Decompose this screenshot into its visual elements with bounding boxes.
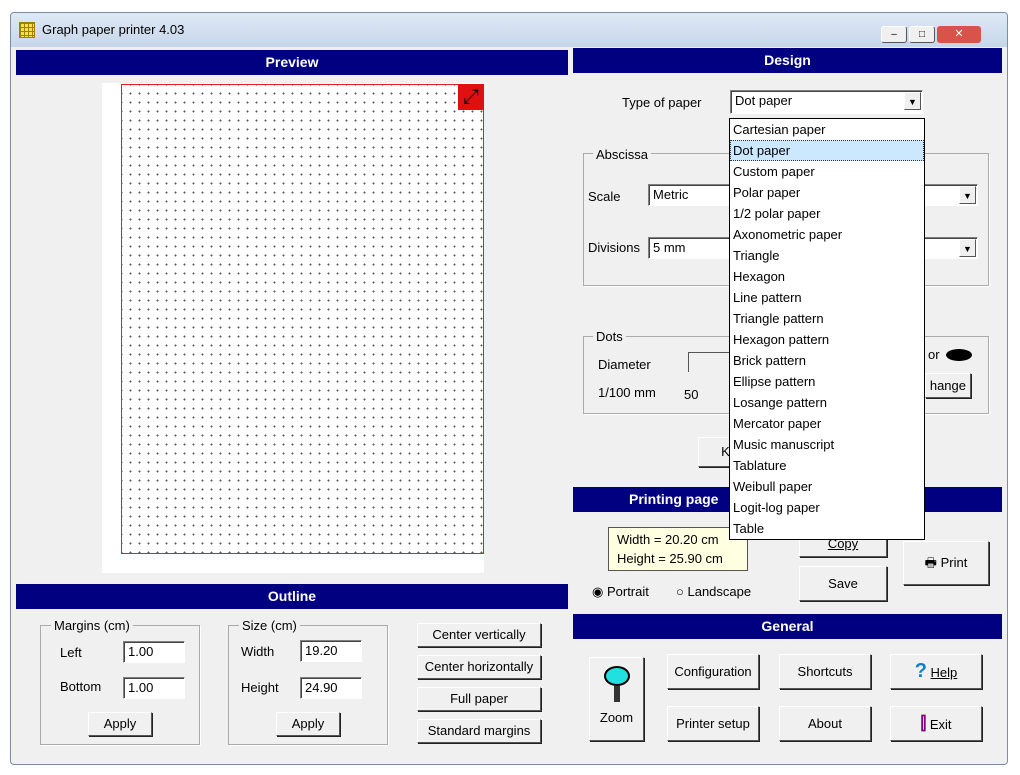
bottom-label: Bottom [60,679,102,694]
radio-unchecked-icon: ○ [676,584,684,599]
dropdown-option[interactable]: Axonometric paper [730,224,924,245]
dropdown-option[interactable]: Line pattern [730,287,924,308]
help-icon: ? [914,660,927,682]
dropdown-option[interactable]: Dot paper [730,140,924,161]
dropdown-option[interactable]: Brick pattern [730,350,924,371]
shortcuts-button[interactable]: Shortcuts [779,654,871,689]
abscissa-label: Abscissa [593,147,652,162]
apply-margins-button[interactable]: Apply [88,712,152,736]
print-button[interactable]: 🖶 Print [903,541,989,585]
exit-button[interactable]: ⫿ Exit [890,706,982,741]
zoom-button[interactable]: Zoom [589,657,644,741]
dropdown-option[interactable]: Hexagon pattern [730,329,924,350]
change-color-button[interactable]: hange [925,373,971,398]
slider-min-label: 50 [684,387,699,402]
close-button[interactable]: ✕ [937,26,981,43]
preview-canvas[interactable]: ⤢ [102,83,484,573]
portrait-radio[interactable]: ◉ Portrait [592,584,649,600]
diameter-slider[interactable] [688,352,733,372]
outline-header: Outline [16,584,568,609]
paper-type-dropdown: Cartesian paper Dot paper Custom paper Pola… [729,118,925,540]
height-label: Height [241,680,279,695]
dropdown-option[interactable]: Mercator paper [730,413,924,434]
general-header: General [573,614,1002,639]
preview-header: Preview [16,50,568,75]
bottom-margin-input[interactable]: 1.00 [123,677,185,699]
divisions-value: 5 mm [653,240,686,255]
dropdown-option[interactable]: Ellipse pattern [730,371,924,392]
dropdown-option[interactable]: Tablature [730,455,924,476]
full-paper-button[interactable]: Full paper [417,687,541,711]
help-button[interactable]: ? Help [890,654,982,689]
width-label: Width [241,644,275,659]
dropdown-option[interactable]: Music manuscript [730,434,924,455]
center-horizontally-button[interactable]: Center horizontally [417,655,541,679]
diameter-label: Diameter [598,357,651,372]
save-button[interactable]: Save [799,566,887,601]
scale-label: Scale [588,189,621,204]
app-icon [19,22,35,38]
resize-corner-icon[interactable]: ⤢ [458,84,484,110]
dropdown-option[interactable]: Custom paper [730,161,924,182]
color-label: or [928,347,940,362]
left-label: Left [60,645,82,660]
dropdown-option[interactable]: Hexagon [730,266,924,287]
minimize-button[interactable]: – [881,26,907,43]
page-width-text: Width = 20.20 cm [617,532,719,547]
left-margin-input[interactable]: 1.00 [123,641,185,663]
dot-paper-preview [121,84,484,554]
dropdown-option[interactable]: Triangle pattern [730,308,924,329]
chevron-down-icon[interactable]: ▼ [904,92,921,110]
chevron-down-icon[interactable]: ▼ [959,186,976,204]
window-title: Graph paper printer 4.03 [42,22,185,37]
exit-door-icon: ⫿ [920,713,927,733]
type-of-paper-select[interactable]: Dot paper ▼ [730,90,923,114]
standard-margins-button[interactable]: Standard margins [417,719,541,743]
dropdown-option[interactable]: 1/2 polar paper [730,203,924,224]
dropdown-option[interactable]: Table [730,518,924,539]
dropdown-option[interactable]: Losange pattern [730,392,924,413]
design-header: Design [573,48,1002,73]
center-vertically-button[interactable]: Center vertically [417,623,541,647]
page-height-text: Height = 25.90 cm [617,551,723,566]
printer-setup-button[interactable]: Printer setup [667,706,759,741]
dropdown-option[interactable]: Cartesian paper [730,119,924,140]
configuration-button[interactable]: Configuration [667,654,759,689]
maximize-button[interactable]: □ [909,26,935,43]
type-of-paper-value: Dot paper [735,93,793,108]
unit-label: 1/100 mm [598,385,656,400]
dot-color-swatch[interactable] [946,349,972,361]
dropdown-option[interactable]: Logit-log paper [730,497,924,518]
landscape-radio[interactable]: ○ Landscape [676,584,751,599]
about-button[interactable]: About [779,706,871,741]
divisions-label: Divisions [588,240,641,255]
magnifier-icon [603,666,630,686]
size-label: Size (cm) [239,618,300,633]
title-bar: Graph paper printer 4.03 – □ ✕ [11,13,1007,47]
radio-checked-icon: ◉ [592,584,604,599]
height-input[interactable]: 24.90 [300,677,362,699]
printer-icon: 🖶 [924,555,937,570]
dropdown-option[interactable]: Triangle [730,245,924,266]
page-size-info: Width = 20.20 cm Height = 25.90 cm [608,527,748,571]
scale-value: Metric [653,187,689,202]
dropdown-option[interactable]: Weibull paper [730,476,924,497]
chevron-down-icon[interactable]: ▼ [959,239,976,257]
apply-size-button[interactable]: Apply [276,712,340,736]
width-input[interactable]: 19.20 [300,640,362,662]
type-of-paper-label: Type of paper [622,95,702,110]
dropdown-option[interactable]: Polar paper [730,182,924,203]
margins-label: Margins (cm) [51,618,133,633]
dots-label: Dots [593,329,626,344]
